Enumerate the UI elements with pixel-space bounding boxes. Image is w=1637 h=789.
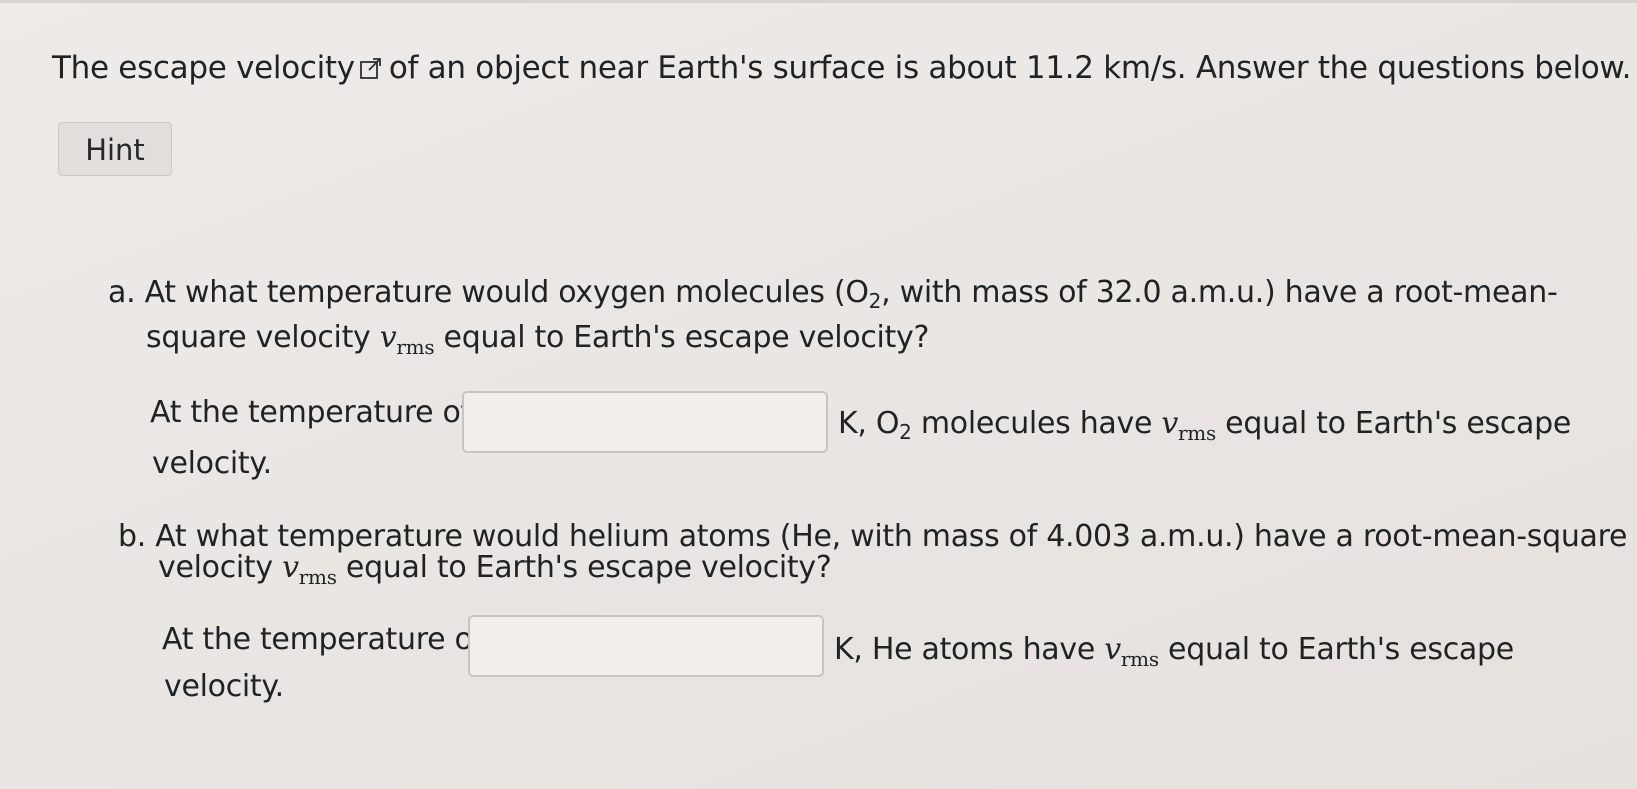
part-b-question-line2: velocity vrms equal to Earth's escape ve… (158, 548, 832, 597)
hint-button[interactable]: Hint (58, 122, 172, 176)
part-a-question-line1: a. At what temperature would oxygen mole… (108, 273, 1558, 321)
part-b-line2-post: equal to Earth's escape velocity? (345, 550, 832, 585)
part-b-line2-pre: velocity (158, 550, 273, 585)
part-a-answer-post: K, O2 molecules have vrms equal to Earth… (838, 404, 1571, 453)
part-b-vrms-main: v (282, 550, 299, 585)
part-b-answer-post-end: equal to Earth's escape (1168, 632, 1514, 667)
part-a-line2-post: equal to Earth's escape velocity? (443, 320, 930, 355)
part-b-answer-post: K, He atoms have vrms equal to Earth's e… (834, 630, 1514, 679)
external-link-icon[interactable] (359, 52, 383, 79)
part-a-vrms-main: v (379, 320, 397, 355)
part-b-answer-vrms: vrms (1104, 632, 1159, 671)
part-a-line1-post: , with mass of 32.0 a.m.u.) have a root-… (881, 275, 1558, 310)
part-a-answer-post-end: equal to Earth's escape (1225, 406, 1572, 441)
top-divider (0, 0, 1637, 3)
intro-before-link: The escape velocity (52, 50, 355, 86)
part-a-answer-post-sub: 2 (899, 420, 912, 444)
intro-text: The escape velocity of an object near Ear… (52, 48, 1631, 88)
part-a-marker: a. (108, 275, 136, 310)
intro-after-link: of an object near Earth's surface is abo… (388, 50, 1632, 86)
part-a-vrms-sub: rms (396, 335, 435, 359)
part-a-question-line2: square velocity vrms equal to Earth's es… (146, 318, 929, 367)
part-a-vrms: vrms (379, 320, 435, 359)
part-a-answer-line2: velocity. (152, 446, 272, 481)
part-b-answer-vrms-sub: rms (1120, 647, 1159, 671)
part-a-temperature-input[interactable] (462, 391, 828, 453)
part-a-line1-sub: 2 (868, 289, 882, 313)
part-a-line1-pre: At what temperature would oxygen molecul… (144, 275, 869, 310)
part-a-line2-pre: square velocity (146, 320, 371, 355)
part-a-answer-vrms-main: v (1161, 406, 1179, 441)
part-b-marker: b. (118, 519, 146, 554)
part-b-answer-pre: At the temperature of (162, 622, 483, 657)
part-a-answer-post-mid: molecules have (920, 406, 1153, 441)
part-a-answer-vrms: vrms (1161, 406, 1216, 445)
part-a-answer-pre: At the temperature of (150, 395, 471, 430)
part-b-vrms: vrms (282, 550, 337, 589)
part-a-answer-vrms-sub: rms (1178, 421, 1216, 445)
part-b-answer-post-pre: K, He atoms have (834, 632, 1095, 667)
part-b-vrms-sub: rms (298, 565, 337, 589)
part-a-answer-post-pre: K, O (838, 406, 900, 441)
part-b-answer-vrms-main: v (1104, 632, 1121, 667)
part-b-answer-line2: velocity. (164, 669, 284, 704)
part-b-temperature-input[interactable] (468, 615, 824, 677)
